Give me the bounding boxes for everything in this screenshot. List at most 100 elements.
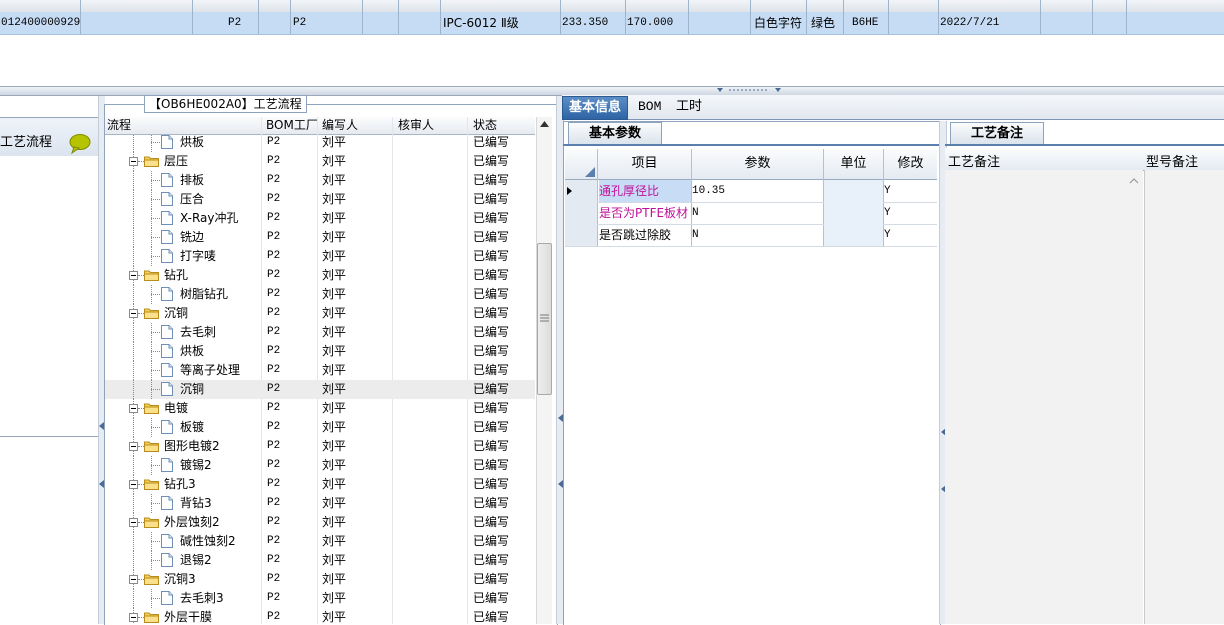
- param-modify-cell[interactable]: Y: [884, 202, 891, 224]
- document-icon: [161, 135, 173, 149]
- comment-icon[interactable]: [68, 133, 92, 155]
- col-param-header[interactable]: 参数: [692, 149, 823, 179]
- tree-step-row[interactable]: 背钻3 P2 刘平 已编写: [105, 494, 535, 513]
- param-item-cell: 是否跳过除胶: [599, 228, 672, 242]
- tab-basic-info[interactable]: 基本信息: [562, 96, 629, 120]
- param-value-cell[interactable]: N: [692, 202, 699, 224]
- top-grid-row[interactable]: 012400000929 P2 P2 IPC-6012 Ⅱ级 233.350 1…: [0, 12, 1224, 35]
- tab-process-remark[interactable]: 工艺备注: [950, 122, 1044, 144]
- step-name: 镀锡2: [180, 458, 212, 472]
- tree-group-row[interactable]: 外层干膜 P2 刘平 已编写: [105, 608, 535, 624]
- tree-line: [133, 342, 134, 361]
- tree-line: [133, 494, 134, 513]
- folder-icon: [144, 270, 159, 281]
- tree-step-row[interactable]: 沉铜 P2 刘平 已编写: [105, 380, 535, 399]
- writer-cell: 刘平: [322, 401, 347, 415]
- writer-cell: 刘平: [322, 496, 347, 510]
- collapse-node-icon[interactable]: [129, 271, 138, 280]
- col-bom-header[interactable]: BOM工厂: [266, 117, 318, 134]
- process-flow-title: 【OB6HE002A0】工艺流程: [144, 95, 307, 113]
- param-unit-cell[interactable]: [824, 224, 883, 246]
- collapse-node-icon[interactable]: [129, 613, 138, 622]
- tree-group-row[interactable]: 钻孔 P2 刘平 已编写: [105, 266, 535, 285]
- tree-step-row[interactable]: X-Ray冲孔 P2 刘平 已编写: [105, 209, 535, 228]
- tree-step-row[interactable]: 压合 P2 刘平 已编写: [105, 190, 535, 209]
- scroll-up-icon[interactable]: [540, 121, 549, 127]
- writer-cell: 刘平: [322, 230, 347, 244]
- tree-group-row[interactable]: 图形电镀2 P2 刘平 已编写: [105, 437, 535, 456]
- row-indicator[interactable]: [565, 224, 597, 246]
- collapse-node-icon[interactable]: [129, 518, 138, 527]
- tree-step-row[interactable]: 树脂钻孔 P2 刘平 已编写: [105, 285, 535, 304]
- tree-group-row[interactable]: 钻孔3 P2 刘平 已编写: [105, 475, 535, 494]
- step-name: 去毛刺: [180, 325, 217, 339]
- tree-step-row[interactable]: 退锡2 P2 刘平 已编写: [105, 551, 535, 570]
- col-reviewer-header[interactable]: 核审人: [398, 117, 434, 134]
- param-value-cell[interactable]: 10.35: [692, 180, 725, 202]
- tree-step-row[interactable]: 打字唛 P2 刘平 已编写: [105, 247, 535, 266]
- tree-group-row[interactable]: 沉铜 P2 刘平 已编写: [105, 304, 535, 323]
- tree-step-row[interactable]: 板镀 P2 刘平 已编写: [105, 418, 535, 437]
- col-modify-header[interactable]: 修改: [884, 149, 937, 179]
- collapse-node-icon[interactable]: [129, 480, 138, 489]
- step-name: 烘板: [180, 344, 205, 358]
- param-modify-cell[interactable]: Y: [884, 224, 891, 246]
- collapse-node-icon[interactable]: [129, 309, 138, 318]
- tree-step-row[interactable]: 碱性蚀刻2 P2 刘平 已编写: [105, 532, 535, 551]
- step-name: 板镀: [180, 420, 205, 434]
- collapse-node-icon[interactable]: [129, 442, 138, 451]
- row-indicator[interactable]: [565, 202, 597, 224]
- writer-cell: 刘平: [322, 439, 347, 453]
- status-cell: 已编写: [473, 306, 510, 320]
- scroll-up-icon[interactable]: [1129, 177, 1139, 184]
- collapse-node-icon[interactable]: [129, 157, 138, 166]
- bom-factory-cell: P2: [267, 421, 281, 433]
- step-name: 树脂钻孔: [180, 287, 229, 301]
- bom-factory-cell: P2: [267, 345, 281, 357]
- param-value-cell[interactable]: N: [692, 224, 699, 246]
- tree-group-row[interactable]: 沉铜3 P2 刘平 已编写: [105, 570, 535, 589]
- writer-cell: 刘平: [322, 572, 347, 586]
- col-item-header[interactable]: 项目: [598, 149, 691, 179]
- tab-labor-hours[interactable]: 工时: [670, 96, 708, 118]
- scroll-thumb[interactable]: [537, 243, 552, 395]
- document-icon: [161, 230, 173, 244]
- param-row[interactable]: 是否为PTFE板材 N Y: [565, 202, 937, 225]
- param-unit-cell[interactable]: [824, 180, 883, 202]
- model-remark-textarea[interactable]: [1144, 170, 1224, 624]
- tree-line: [151, 180, 160, 181]
- tree-step-row[interactable]: 烘板 P2 刘平 已编写: [105, 342, 535, 361]
- document-icon: [161, 496, 173, 510]
- tree-step-row[interactable]: 镀锡2 P2 刘平 已编写: [105, 456, 535, 475]
- process-remark-textarea[interactable]: [945, 170, 1143, 624]
- tree-step-row[interactable]: 等离子处理 P2 刘平 已编写: [105, 361, 535, 380]
- col-writer-header[interactable]: 编写人: [322, 117, 358, 134]
- row-indicator[interactable]: [565, 180, 597, 202]
- col-status-header[interactable]: 状态: [473, 117, 497, 134]
- param-row[interactable]: 是否跳过除胶 N Y: [565, 224, 937, 247]
- param-row[interactable]: 通孔厚径比 10.35 Y: [565, 180, 937, 203]
- tree-step-row[interactable]: 排板 P2 刘平 已编写: [105, 171, 535, 190]
- bom-factory-cell: P2: [267, 383, 281, 395]
- tab-basic-params[interactable]: 基本参数: [568, 122, 662, 144]
- tree-group-row[interactable]: 层压 P2 刘平 已编写: [105, 152, 535, 171]
- status-cell: 已编写: [473, 287, 510, 301]
- tree-step-row[interactable]: 去毛刺 P2 刘平 已编写: [105, 323, 535, 342]
- tab-bom[interactable]: BOM: [632, 96, 667, 118]
- tree-step-row[interactable]: 烘板 P2 刘平 已编写: [105, 135, 535, 152]
- tree-group-row[interactable]: 电镀 P2 刘平 已编写: [105, 399, 535, 418]
- grid-line: [258, 12, 259, 34]
- col-unit-header[interactable]: 单位: [824, 149, 883, 179]
- col-flow-header[interactable]: 流程: [107, 117, 131, 134]
- param-unit-cell[interactable]: [824, 202, 883, 224]
- collapse-node-icon[interactable]: [129, 404, 138, 413]
- step-name: 钻孔: [164, 268, 189, 282]
- tree-line: [151, 294, 160, 295]
- tree-step-row[interactable]: 去毛刺3 P2 刘平 已编写: [105, 589, 535, 608]
- collapse-node-icon[interactable]: [129, 575, 138, 584]
- folder-icon: [144, 441, 159, 452]
- param-modify-cell[interactable]: Y: [884, 180, 891, 202]
- tree-group-row[interactable]: 外层蚀刻2 P2 刘平 已编写: [105, 513, 535, 532]
- tree-step-row[interactable]: 铣边 P2 刘平 已编写: [105, 228, 535, 247]
- tree-line: [133, 532, 134, 551]
